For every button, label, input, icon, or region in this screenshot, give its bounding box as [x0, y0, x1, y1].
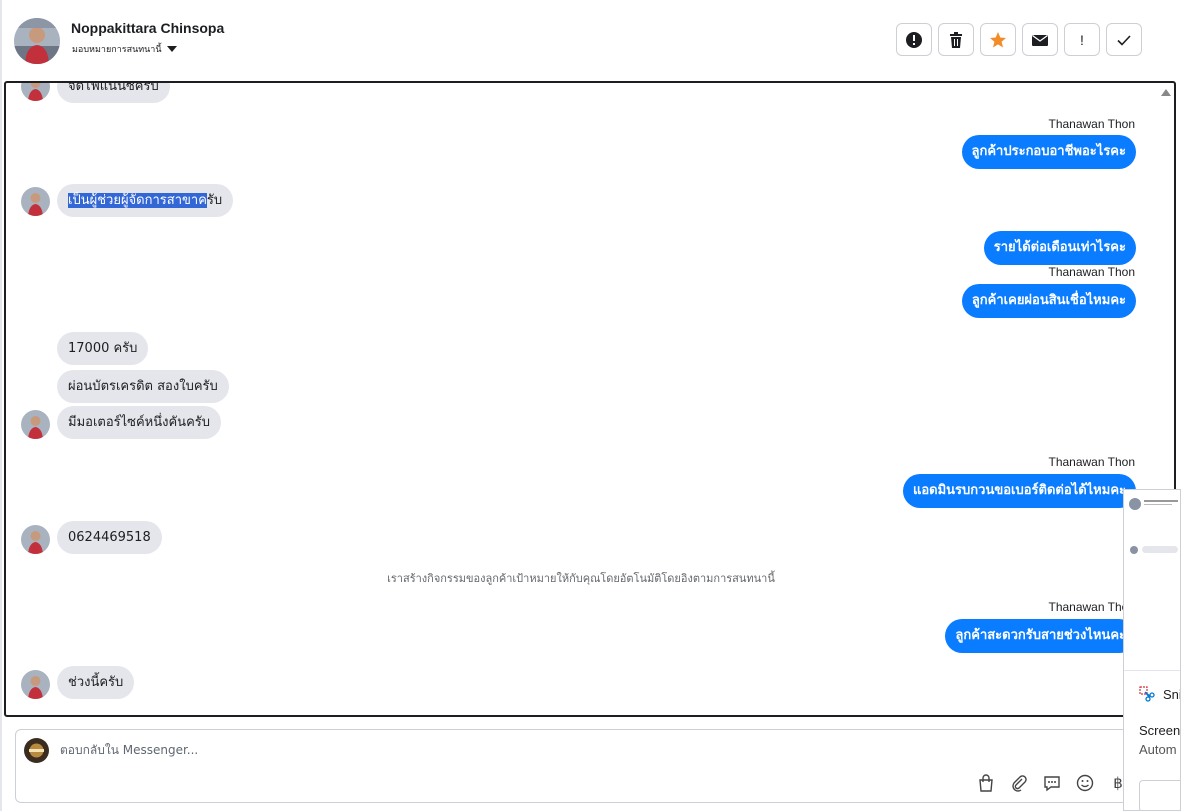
conversation-header: Noppakittara Chinsopa มอบหมายการสนทนานี้… — [0, 0, 1181, 80]
notification-body: Autom — [1139, 742, 1177, 757]
incoming-message-bubble[interactable]: ผ่อนบัตรเครดิต สองใบครับ — [57, 370, 229, 403]
assign-conversation-dropdown[interactable]: มอบหมายการสนทนานี้ — [72, 42, 177, 56]
sender-name: Thanawan Thon — [1048, 455, 1135, 469]
contact-avatar[interactable] — [14, 18, 60, 64]
notification-title: Screen — [1139, 723, 1181, 738]
notification-preview-thumbnail — [1124, 490, 1180, 671]
star-icon — [990, 31, 1006, 47]
contact-avatar-small — [21, 187, 50, 216]
sender-name: Thanawan Thon — [1048, 265, 1135, 279]
star-button[interactable] — [980, 23, 1016, 56]
incoming-message-bubble[interactable]: มีมอเตอร์ไซค์หนึ่งคันครับ — [57, 406, 221, 439]
preview-line — [1144, 504, 1172, 505]
envelope-icon — [1032, 34, 1048, 46]
contact-avatar-small — [21, 670, 50, 699]
preview-avatar — [1130, 546, 1138, 554]
page-avatar — [24, 738, 49, 763]
message-text: รับ — [206, 193, 223, 208]
contact-name[interactable]: Noppakittara Chinsopa — [71, 20, 224, 36]
snipping-tool-notification[interactable]: Snip Screen Autom — [1123, 489, 1181, 811]
scissors-icon — [1139, 686, 1155, 702]
shopping-bag-icon[interactable] — [976, 773, 996, 793]
paperclip-icon[interactable] — [1009, 773, 1029, 793]
preview-avatar — [1129, 498, 1141, 510]
exclamation-circle-icon — [906, 31, 922, 48]
selected-text: เป็นผู้ช่วยผู้จัดการสาขาค — [68, 193, 207, 208]
message-row: จัดไฟแนนซ์ครับ — [6, 83, 1174, 104]
outgoing-message-bubble[interactable]: รายได้ต่อเดือนเท่าไรคะ — [983, 231, 1136, 265]
mark-important-button[interactable]: ! — [1064, 23, 1100, 56]
outgoing-message-bubble[interactable]: ลูกค้าสะดวกรับสายช่วงไหนคะ — [945, 619, 1136, 653]
smiley-icon[interactable] — [1075, 773, 1095, 793]
chevron-down-icon — [166, 46, 177, 52]
preview-line — [1144, 500, 1178, 502]
message-thread[interactable]: จัดไฟแนนซ์ครับ Thanawan Thon ลูกค้าประกอ… — [4, 81, 1176, 717]
speech-bubble-icon[interactable] — [1042, 773, 1062, 793]
conversation-toolbar: ! — [896, 23, 1142, 56]
outgoing-message-bubble[interactable]: แอดมินรบกวนขอเบอร์ติดต่อได้ไหมคะ — [902, 474, 1136, 508]
reply-composer: ฿ — [15, 729, 1165, 803]
outgoing-message-bubble[interactable]: ลูกค้าประกอบอาชีพอะไรคะ — [961, 135, 1136, 169]
notification-action-button[interactable] — [1139, 780, 1180, 810]
incoming-message-bubble[interactable]: ช่วงนี้ครับ — [57, 666, 135, 699]
sender-name: Thanawan Thon — [1048, 117, 1135, 131]
contact-avatar-small — [21, 410, 50, 439]
outgoing-message-bubble[interactable]: ลูกค้าเคยผ่อนสินเชื่อไหมคะ — [961, 284, 1136, 318]
left-edge-divider — [0, 0, 2, 811]
snipping-tool-title: Snip — [1139, 686, 1180, 702]
delete-button[interactable] — [938, 23, 974, 56]
reply-input[interactable] — [60, 743, 960, 757]
mark-done-button[interactable] — [1106, 23, 1142, 56]
check-icon — [1117, 34, 1131, 46]
incoming-message-bubble[interactable]: 17000 ครับ — [57, 332, 149, 365]
mark-unread-button[interactable] — [1022, 23, 1058, 56]
incoming-message-bubble[interactable]: จัดไฟแนนซ์ครับ — [57, 83, 170, 103]
composer-actions: ฿ — [976, 773, 1128, 793]
assign-label: มอบหมายการสนทนานี้ — [72, 45, 162, 55]
snipping-tool-label: Snip — [1163, 686, 1180, 702]
system-activity-note: เราสร้างกิจกรรมของลูกค้าเป้าหมายให้กับคุ… — [387, 572, 775, 585]
incoming-message-bubble[interactable]: เป็นผู้ช่วยผู้จัดการสาขาครับ — [57, 184, 234, 217]
mark-spam-button[interactable] — [896, 23, 932, 56]
incoming-message-bubble[interactable]: 0624469518 — [57, 521, 162, 554]
preview-bubble — [1142, 546, 1178, 553]
trash-icon — [950, 31, 962, 48]
contact-avatar-small — [21, 525, 50, 554]
contact-avatar-small — [21, 83, 50, 101]
